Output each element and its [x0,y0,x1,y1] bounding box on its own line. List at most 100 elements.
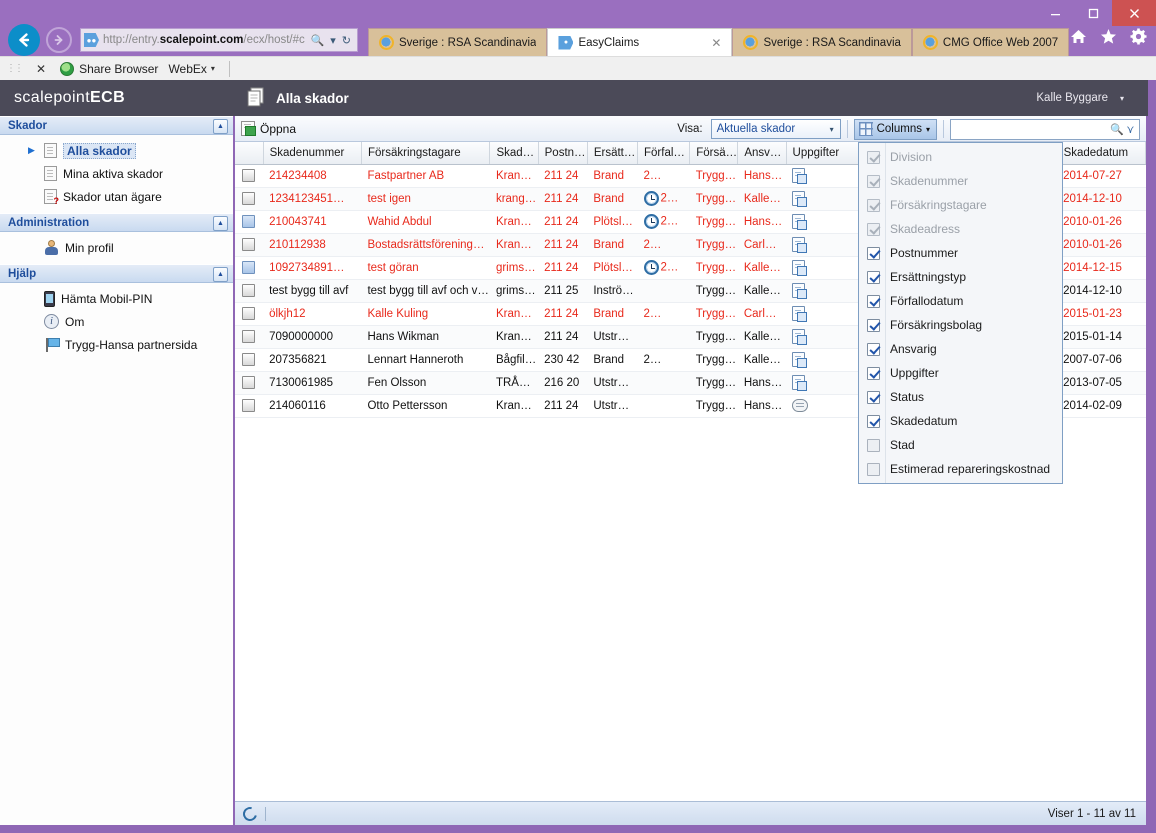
sidebar-section-administration-header[interactable]: Administration ▲ [0,213,233,232]
columns-menu-item[interactable]: Estimerad repareringskostnad [859,457,1062,481]
col-uppgifter[interactable]: Uppgifter [786,142,862,165]
row-checkbox[interactable] [242,238,255,251]
search-box[interactable]: 🔍 ⋎ [950,118,1140,140]
row-checkbox[interactable] [242,330,255,343]
col-ersattningstyp[interactable]: Ersätt… [587,142,639,165]
columns-menu-item[interactable]: Förfallodatum [859,289,1062,313]
browser-tab-4[interactable]: CMG Office Web 2007 [911,28,1070,56]
refresh-icon[interactable] [240,803,260,824]
sidebar-item-trygg-hansa-partnersida[interactable]: Trygg-Hansa partnersida [0,333,233,356]
magnifier-icon[interactable]: 🔍 [1110,120,1124,139]
columns-menu-checkbox[interactable] [867,246,880,260]
sidebar-item-om[interactable]: i Om [0,310,233,333]
home-icon[interactable] [1068,26,1088,46]
visa-select[interactable]: Aktuella skador ▾ [710,119,841,139]
columns-menu-checkbox[interactable] [867,414,880,428]
address-dropdown-icon[interactable]: ▾ [327,34,339,47]
columns-menu-checkbox[interactable] [867,294,880,308]
sidebar-item-skador-utan-agare[interactable]: Skador utan ägare [0,185,233,208]
task-icon[interactable] [792,375,808,391]
cell-ersattningstyp: Brand [587,164,638,188]
sidebar-item-alla-skador[interactable]: ▶ Alla skador [0,139,233,162]
settings-gear-icon[interactable] [1128,26,1148,46]
col-skadeadress[interactable]: Skad… [489,142,539,165]
collapse-icon[interactable]: ▲ [213,267,228,282]
browser-tab-3[interactable]: Sverige : RSA Scandinavia [732,28,912,56]
col-ansvarig[interactable]: Ansv… [737,142,787,165]
open-button[interactable]: Öppna [241,121,296,136]
sidebar-section-hjalp-header[interactable]: Hjälp ▲ [0,264,233,283]
columns-menu-item[interactable]: Stad [859,433,1062,457]
browser-tab-2-active[interactable]: ● EasyClaims ✕ [547,28,733,56]
cell-ansvarig: Kalle… [737,256,787,280]
note-icon[interactable] [792,399,809,412]
columns-menu-checkbox[interactable] [867,318,880,332]
task-icon[interactable] [792,237,808,253]
task-icon[interactable] [792,283,808,299]
sidebar-section-skador-header[interactable]: Skador ▲ [0,116,233,135]
sidebar-item-min-profil[interactable]: Min profil [0,236,233,259]
columns-menu-checkbox[interactable] [867,366,880,380]
columns-menu-item[interactable]: Ansvarig [859,337,1062,361]
columns-menu-item[interactable]: Postnummer [859,241,1062,265]
task-icon[interactable] [792,329,808,345]
browser-command-bar: ⋮⋮ ✕ Share Browser WebEx ▾ [0,56,1156,80]
col-forfallodatum[interactable]: Förfal… [637,142,691,165]
columns-menu-checkbox[interactable] [867,462,880,476]
favorites-star-icon[interactable] [1098,26,1118,46]
columns-menu-item[interactable]: Ersättningstyp [859,265,1062,289]
forward-button[interactable] [46,27,72,53]
col-skadedatum[interactable]: Skadedatum [1057,142,1146,165]
task-icon[interactable] [792,352,808,368]
collapse-icon[interactable]: ▲ [213,119,228,134]
task-icon[interactable] [792,260,808,276]
double-chevron-down-icon[interactable]: ⋎ [1124,120,1137,139]
sidebar-item-hamta-mobil-pin[interactable]: Hämta Mobil-PIN [0,287,233,310]
share-browser-button[interactable]: Share Browser [60,61,158,76]
reload-icon[interactable]: ↻ [339,34,354,47]
columns-menu-checkbox[interactable] [867,438,880,452]
cell-skadeadress: Kran… [489,325,539,349]
row-checkbox[interactable] [242,284,255,297]
cell-forfallodatum [637,279,690,303]
col-skadenummer[interactable]: Skadenummer [263,142,362,165]
col-select-all[interactable] [235,142,264,165]
sidebar-item-mina-aktiva-skador[interactable]: Mina aktiva skador [0,162,233,185]
columns-menu-checkbox[interactable] [867,342,880,356]
row-checkbox[interactable] [242,399,255,412]
webex-menu[interactable]: WebEx ▾ [168,62,214,76]
task-icon[interactable] [792,168,808,184]
user-menu[interactable]: Kalle Byggare ▾ [1036,80,1124,116]
row-checkbox[interactable] [242,307,255,320]
collapse-icon[interactable]: ▲ [213,216,228,231]
tab-close-icon[interactable]: ✕ [711,36,721,50]
col-postnummer[interactable]: Postn… [538,142,588,165]
row-checkbox[interactable] [242,192,255,205]
row-checkbox[interactable] [242,215,255,228]
cell-ersattningstyp: Plötsl… [587,256,638,280]
col-forsakringstagare[interactable]: Försäkringstagare [361,142,491,165]
columns-menu-item[interactable]: Status [859,385,1062,409]
back-button[interactable] [8,24,40,56]
columns-button[interactable]: Columns ▾ [853,118,937,140]
columns-menu-checkbox[interactable] [867,390,880,404]
columns-menu-item[interactable]: Skadedatum [859,409,1062,433]
row-checkbox[interactable] [242,261,255,274]
browser-tab-1[interactable]: Sverige : RSA Scandinavia [368,28,548,56]
task-icon[interactable] [792,306,808,322]
address-bar[interactable]: ●● http://entry.scalepoint.com/ecx/host/… [80,28,358,52]
row-checkbox[interactable] [242,376,255,389]
app-header: scalepointECB Alla skador Kalle Byggare … [0,80,1148,116]
address-search-icon[interactable]: 🔍 [308,34,328,47]
col-forsakringsbolag[interactable]: Försä… [689,142,739,165]
search-input[interactable] [953,120,1110,138]
row-checkbox[interactable] [242,169,255,182]
columns-menu-checkbox[interactable] [867,270,880,284]
columns-dropdown-menu[interactable]: Division Skadenummer Försäkringstagare Skad… [858,142,1063,484]
columns-menu-item[interactable]: Försäkringsbolag [859,313,1062,337]
row-checkbox[interactable] [242,353,255,366]
columns-menu-item[interactable]: Uppgifter [859,361,1062,385]
task-icon[interactable] [792,191,808,207]
task-icon[interactable] [792,214,808,230]
command-bar-close-icon[interactable]: ✕ [32,62,50,76]
